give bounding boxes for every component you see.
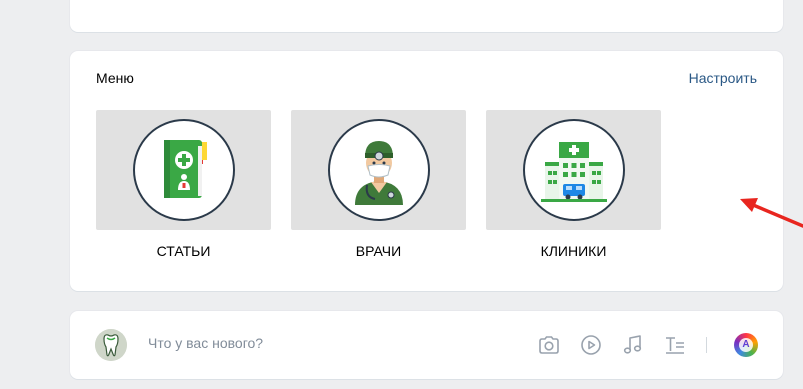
author-initial: A xyxy=(739,338,753,352)
tile-icon-circle xyxy=(522,119,625,221)
menu-tile-clinics-label[interactable]: КЛИНИКИ xyxy=(486,243,661,259)
new-post-card: Что у вас нового? A xyxy=(70,311,783,379)
menu-card: Меню Настроить СТАТЬИ ВРАЧИ КЛИНИКИ xyxy=(70,51,783,291)
menu-tile-articles[interactable] xyxy=(96,110,271,230)
clinic-building-icon xyxy=(540,142,607,202)
music-icon[interactable] xyxy=(621,333,645,357)
previous-card xyxy=(70,0,783,32)
menu-tile-doctors[interactable] xyxy=(291,110,466,230)
annotation-arrow xyxy=(740,198,803,228)
toolbar-divider xyxy=(706,337,707,353)
text-format-icon[interactable] xyxy=(663,333,687,357)
user-avatar[interactable] xyxy=(95,329,127,361)
menu-title: Меню xyxy=(96,70,134,86)
doctor-icon xyxy=(354,141,403,205)
tile-icon-circle xyxy=(132,119,235,221)
camera-icon[interactable] xyxy=(537,333,561,357)
author-avatar[interactable]: A xyxy=(734,333,758,357)
menu-tile-clinics[interactable] xyxy=(486,110,661,230)
medical-book-icon xyxy=(163,140,207,198)
video-icon[interactable] xyxy=(579,333,603,357)
menu-tile-articles-label[interactable]: СТАТЬИ xyxy=(96,243,271,259)
new-post-input[interactable]: Что у вас нового? xyxy=(148,335,263,351)
tile-icon-circle xyxy=(327,119,430,221)
menu-settings-link[interactable]: Настроить xyxy=(689,70,757,86)
tooth-logo-icon xyxy=(95,329,127,361)
menu-tile-doctors-label[interactable]: ВРАЧИ xyxy=(291,243,466,259)
